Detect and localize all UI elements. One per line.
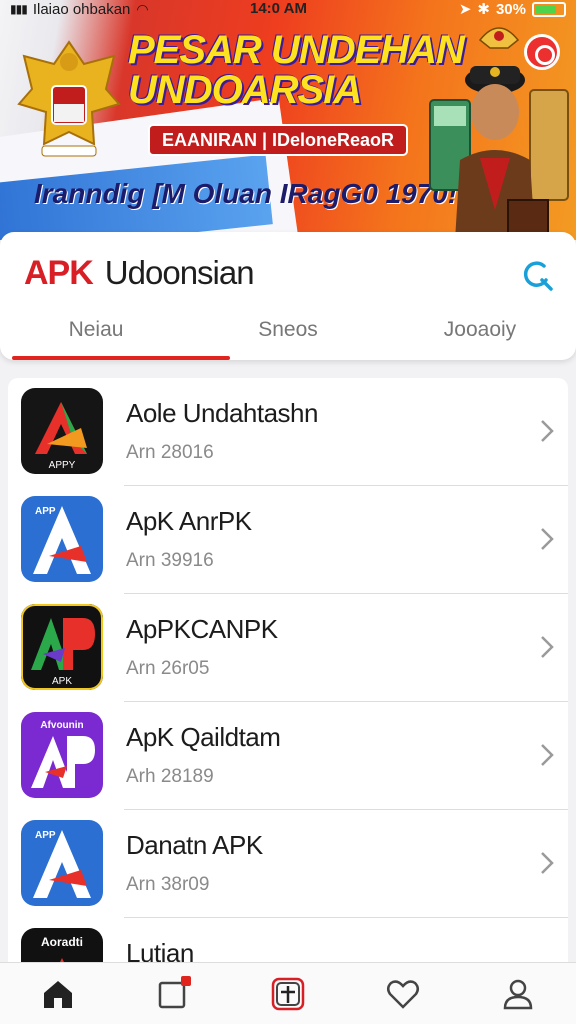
tab-series[interactable]: Sneos — [192, 314, 384, 360]
svg-text:APP: APP — [35, 830, 56, 841]
app-meta: Arn 26r05 — [126, 658, 210, 679]
garuda-emblem-icon — [17, 40, 121, 157]
profile-icon — [504, 979, 533, 1009]
officer-illustration — [429, 66, 569, 240]
nav-add[interactable] — [266, 972, 310, 1016]
svg-text:APK: APK — [52, 676, 72, 687]
search-icon[interactable] — [520, 258, 554, 292]
chevron-right-icon[interactable] — [538, 742, 556, 768]
brand-apk: APK — [24, 254, 94, 292]
brand-name: Udoonsian — [104, 254, 255, 291]
signal-icon: ▮▮▮ — [10, 2, 28, 16]
wifi-icon: ◠ — [136, 0, 149, 17]
app-icon: APP — [21, 496, 103, 582]
nav-profile[interactable] — [496, 972, 540, 1016]
battery-icon — [532, 1, 566, 17]
svg-text:Aoradti: Aoradti — [41, 935, 83, 949]
app-name: ApK AnrPK — [126, 506, 252, 536]
status-time: 14:0 AM — [250, 0, 307, 17]
app-icon: APP — [21, 820, 103, 906]
list-item[interactable]: APK ApPKCANPK Arn 26r05 — [8, 594, 568, 702]
add-icon — [271, 977, 305, 1010]
tab-bar: Neiau Sneos Jooaoiy — [0, 314, 576, 360]
favorite-icon — [387, 979, 420, 1009]
home-icon — [43, 980, 72, 1008]
banner-subtitle: EAANIRAN | IDeloneReaoR — [148, 124, 408, 156]
location-icon: ➤ — [458, 1, 472, 18]
app-name: ApK Qaildtam — [126, 722, 281, 752]
chevron-right-icon[interactable] — [538, 526, 556, 552]
nav-notifications[interactable] — [151, 972, 195, 1016]
list-item[interactable]: APP ApK AnrPK Arn 39916 — [8, 486, 568, 594]
app-logo: APK Udoonsian — [24, 254, 255, 293]
app-meta: Arn 39916 — [126, 550, 214, 571]
carrier-label: Ilaiao ohbakan — [32, 0, 131, 18]
banner-tagline: Iranndig [M Oluan IRagG0 1970! — [34, 178, 458, 209]
chevron-right-icon[interactable] — [538, 850, 556, 876]
svg-text:Afvounin: Afvounin — [40, 720, 83, 731]
list-item[interactable]: Afvounin ApK Qaildtam Arh 28189 — [8, 702, 568, 810]
app-list: APPY Aole Undahtashn Arn 28016 APP ApK A… — [8, 378, 568, 978]
bottom-nav — [0, 962, 576, 1024]
banner-title: PESAR UNDEHAN UNDOARSIA — [128, 28, 465, 112]
active-tab-indicator — [12, 356, 230, 360]
battery-label: 30% — [495, 0, 526, 18]
list-item[interactable]: APP Danatn APK Arn 38r09 — [8, 810, 568, 918]
app-screen: ▮▮▮ Ilaiao ohbakan ◠ ➤ ✱ 30% 14:0 AM PES… — [0, 0, 576, 1024]
app-name: ApPKCANPK — [126, 614, 278, 644]
app-meta: Arh 28189 — [126, 766, 214, 787]
svg-text:APP: APP — [35, 506, 56, 517]
nav-home[interactable] — [36, 972, 80, 1016]
app-header: APK Udoonsian Neiau Sneos Jooaoiy — [0, 232, 576, 360]
tab-new[interactable]: Neiau — [0, 314, 192, 360]
bluetooth-icon: ✱ — [477, 1, 490, 18]
app-icon: APPY — [21, 388, 103, 474]
app-meta: Arn 28016 — [126, 442, 214, 463]
promo-banner[interactable]: ▮▮▮ Ilaiao ohbakan ◠ ➤ ✱ 30% 14:0 AM PES… — [0, 0, 576, 240]
chevron-right-icon[interactable] — [538, 634, 556, 660]
app-icon: Afvounin — [21, 712, 103, 798]
chevron-right-icon[interactable] — [538, 418, 556, 444]
tab-category[interactable]: Jooaoiy — [384, 314, 576, 360]
app-name: Danatn APK — [126, 830, 263, 860]
app-name: Aole Undahtashn — [126, 398, 318, 428]
app-icon: APK — [21, 604, 103, 690]
svg-text:APPY: APPY — [49, 460, 76, 471]
list-item[interactable]: APPY Aole Undahtashn Arn 28016 — [8, 378, 568, 486]
nav-favorites[interactable] — [381, 972, 425, 1016]
app-meta: Arn 38r09 — [126, 874, 210, 895]
notification-badge — [180, 975, 191, 986]
